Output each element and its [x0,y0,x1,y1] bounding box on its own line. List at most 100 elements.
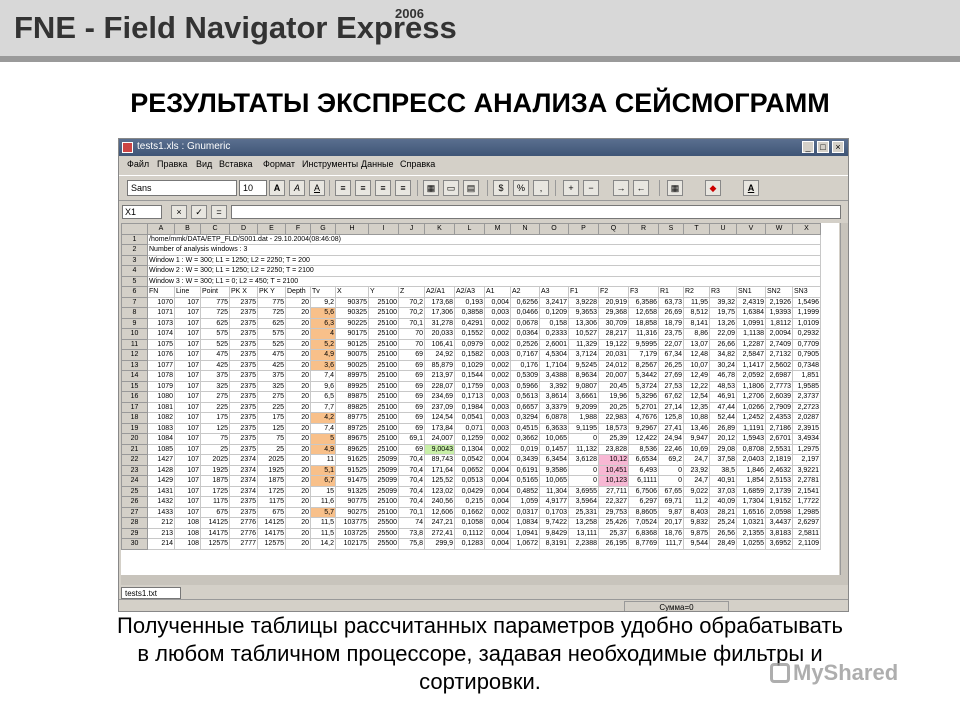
table-cell[interactable]: 8,7769 [628,538,659,550]
row-header[interactable]: 6 [121,286,148,298]
table-cell[interactable]: 275 [257,391,286,403]
table-cell[interactable]: 0,0678 [510,317,540,329]
table-cell[interactable]: 25100 [368,443,399,455]
table-cell[interactable]: 9,947 [683,433,710,445]
align-center-icon[interactable]: ≡ [355,180,371,196]
table-cell[interactable]: 9,0043 [424,443,455,455]
table-cell[interactable]: 212 [147,517,175,529]
table-cell[interactable]: 91625 [335,454,369,466]
table-cell[interactable]: 27,41 [658,422,684,434]
table-cell[interactable]: 1074 [147,328,175,340]
table-cell[interactable]: R2 [683,286,710,298]
close-button[interactable]: × [832,141,844,153]
table-cell[interactable]: 0,003 [484,380,511,392]
table-cell[interactable]: 2776 [229,527,258,539]
table-cell[interactable]: 70,4 [398,454,425,466]
table-cell[interactable]: 25100 [368,422,399,434]
table-cell[interactable]: 2375 [229,443,258,455]
table-cell[interactable]: 107 [174,496,201,508]
table-cell[interactable]: 69 [398,443,425,455]
table-cell[interactable]: 0,3294 [510,412,540,424]
table-cell[interactable]: 19,75 [709,307,737,319]
row-header[interactable]: 27 [121,506,148,518]
table-cell[interactable]: 2,4632 [765,464,793,476]
table-cell[interactable]: 1427 [147,454,175,466]
fill-color-icon[interactable]: ◆ [705,180,721,196]
table-cell[interactable]: 90225 [335,317,369,329]
column-header[interactable]: L [454,223,485,235]
merge-cells-icon[interactable]: ▦ [423,180,439,196]
table-cell[interactable]: SN1 [736,286,766,298]
table-cell[interactable]: 0,1662 [454,506,485,518]
table-cell[interactable]: 9,2967 [628,422,659,434]
table-cell[interactable]: 28,49 [709,538,737,550]
table-cell[interactable]: 91525 [335,464,369,476]
table-cell[interactable]: /home/mmk/DATA/ETP_FLD/S001.dat - 29.10.… [147,233,821,245]
table-cell[interactable]: 15 [310,485,336,497]
italic-button[interactable]: A [289,180,305,196]
table-cell[interactable]: 2375 [229,296,258,308]
table-cell[interactable]: 0,004 [484,538,511,550]
table-cell[interactable]: 25100 [368,370,399,382]
table-cell[interactable]: 375 [200,370,230,382]
row-header[interactable]: 11 [121,338,148,350]
table-cell[interactable]: 25100 [368,380,399,392]
table-cell[interactable]: 108 [174,517,201,529]
align-right-icon[interactable]: ≡ [375,180,391,196]
table-cell[interactable]: 2,0403 [736,454,766,466]
table-cell[interactable]: 0,004 [484,527,511,539]
table-cell[interactable]: 89625 [335,443,369,455]
table-cell[interactable]: 5,2701 [628,401,659,413]
table-cell[interactable]: 2,0592 [736,370,766,382]
table-cell[interactable]: 20 [285,380,311,392]
table-cell[interactable]: 14175 [257,527,286,539]
table-cell[interactable]: 20,007 [598,370,629,382]
table-cell[interactable]: 3,3379 [539,401,569,413]
table-cell[interactable]: 25100 [368,391,399,403]
table-cell[interactable]: 24,94 [658,433,684,445]
table-cell[interactable]: 2777 [229,538,258,550]
table-cell[interactable]: 1085 [147,443,175,455]
table-cell[interactable]: 725 [200,307,230,319]
table-cell[interactable]: 2,0287 [792,412,821,424]
corner-cell[interactable] [121,223,148,235]
row-header[interactable]: 5 [121,275,148,287]
column-header[interactable]: N [510,223,540,235]
table-cell[interactable]: 102175 [335,538,369,550]
table-cell[interactable]: 0,4291 [454,317,485,329]
table-cell[interactable]: 10,12 [598,454,629,466]
table-cell[interactable]: 0,0542 [454,454,485,466]
table-cell[interactable]: 11,304 [539,485,569,497]
row-header[interactable]: 16 [121,391,148,403]
table-cell[interactable]: 12575 [200,538,230,550]
table-cell[interactable]: 20 [285,317,311,329]
table-cell[interactable]: 6,1111 [628,475,659,487]
table-cell[interactable]: 107 [174,506,201,518]
table-cell[interactable]: 25100 [368,317,399,329]
table-cell[interactable]: 0,6191 [510,464,540,476]
table-cell[interactable]: 725 [257,307,286,319]
table-cell[interactable]: 1077 [147,359,175,371]
table-cell[interactable]: 0,1283 [454,538,485,550]
table-cell[interactable]: 2,2723 [792,401,821,413]
table-cell[interactable]: 7,4 [310,422,336,434]
table-cell[interactable]: 11,329 [568,338,599,350]
table-cell[interactable]: 20,17 [658,517,684,529]
table-cell[interactable]: 6,0878 [539,412,569,424]
column-header[interactable]: B [174,223,201,235]
table-cell[interactable]: 2,6001 [539,338,569,350]
table-cell[interactable]: 1,1806 [736,380,766,392]
table-cell[interactable]: 25100 [368,412,399,424]
table-cell[interactable]: 214 [147,538,175,550]
table-cell[interactable]: Line [174,286,201,298]
table-cell[interactable]: R1 [658,286,684,298]
table-cell[interactable]: 0 [568,475,599,487]
table-cell[interactable]: 1,988 [568,412,599,424]
table-cell[interactable]: 89975 [335,370,369,382]
table-cell[interactable]: 20 [285,307,311,319]
table-cell[interactable]: 6,8368 [628,527,659,539]
table-cell[interactable]: 237,09 [424,401,455,413]
table-cell[interactable]: 25 [200,443,230,455]
column-header[interactable]: U [709,223,737,235]
table-cell[interactable]: 14125 [200,517,230,529]
